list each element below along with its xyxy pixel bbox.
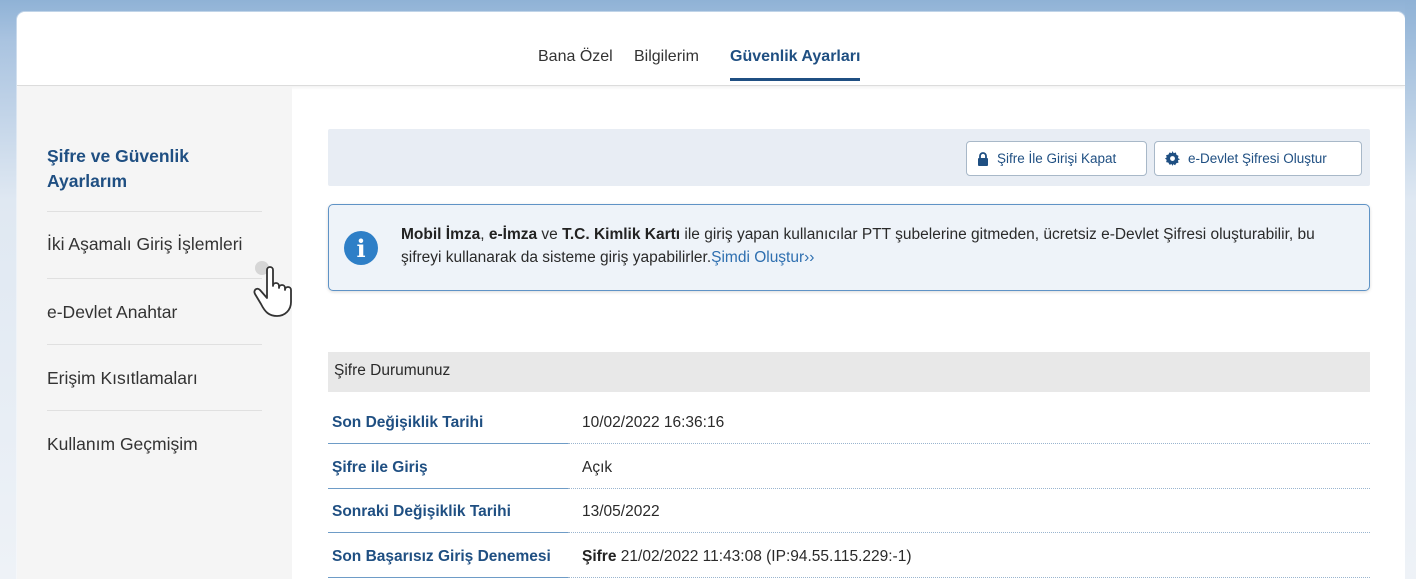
sidebar-divider — [47, 211, 262, 212]
password-status-heading: Şifre Durumunuz — [328, 352, 1370, 392]
status-value-text: 21/02/2022 11:43:08 (IP:94.55.115.229:-1… — [616, 548, 912, 565]
status-row-value: 10/02/2022 16:36:16 — [568, 409, 1370, 444]
info-box: i Mobil İmza, e-İmza ve T.C. Kimlik Kart… — [328, 204, 1370, 291]
sidebar-divider — [47, 278, 262, 279]
status-row: Son Başarısız Giriş Denemesi Şifre 21/02… — [328, 543, 1370, 578]
sidebar-item-kullanim-gecmisim[interactable]: Kullanım Geçmişim — [47, 432, 262, 457]
info-icon: i — [344, 231, 378, 265]
sidebar-item-iki-asamali[interactable]: İki Aşamalı Giriş İşlemleri — [47, 232, 262, 257]
sidebar-item-sifre-guvenlik[interactable]: Şifre ve Güvenlik Ayarlarım — [47, 144, 262, 194]
sidebar-divider — [47, 410, 262, 411]
info-text: Mobil İmza, e-İmza ve T.C. Kimlik Kartı … — [401, 223, 1351, 269]
info-bold-mobil-imza: Mobil İmza — [401, 226, 481, 243]
status-row: Şifre ile Giriş Açık — [328, 454, 1370, 489]
close-password-login-button[interactable]: Şifre İle Girişi Kapat — [966, 141, 1147, 176]
status-row-label: Sonraki Değişiklik Tarihi — [328, 498, 568, 533]
create-now-link[interactable]: Şimdi Oluştur›› — [711, 249, 814, 266]
sidebar-item-erisim-kisitlamalari[interactable]: Erişim Kısıtlamaları — [47, 366, 262, 391]
gear-icon — [1165, 151, 1180, 166]
create-password-label: e-Devlet Şifresi Oluştur — [1188, 151, 1327, 166]
status-row: Son Değişiklik Tarihi 10/02/2022 16:36:1… — [328, 409, 1370, 444]
page-frame: Bana Özel Bilgilerim Güvenlik Ayarları Ş… — [17, 12, 1405, 579]
status-row-label: Son Değişiklik Tarihi — [328, 409, 568, 444]
info-separator: , — [480, 226, 489, 243]
tab-guvenlik-ayarlari[interactable]: Güvenlik Ayarları — [730, 48, 861, 81]
sidebar: Şifre ve Güvenlik Ayarlarım İki Aşamalı … — [17, 87, 292, 579]
sidebar-item-edevlet-anahtar[interactable]: e-Devlet Anahtar — [47, 300, 262, 325]
tab-bana-ozel[interactable]: Bana Özel — [538, 48, 613, 78]
status-row: Sonraki Değişiklik Tarihi 13/05/2022 — [328, 498, 1370, 533]
status-row-value: 13/05/2022 — [568, 498, 1370, 533]
close-password-login-label: Şifre İle Girişi Kapat — [997, 151, 1117, 166]
status-value-bold: Şifre — [582, 548, 617, 565]
window-edge — [1405, 0, 1416, 579]
create-password-button[interactable]: e-Devlet Şifresi Oluştur — [1154, 141, 1362, 176]
info-separator: ve — [537, 226, 563, 243]
sidebar-divider — [47, 344, 262, 345]
status-row-value: Şifre 21/02/2022 11:43:08 (IP:94.55.115.… — [568, 543, 1370, 578]
lock-icon — [977, 151, 989, 166]
info-bold-kimlik-karti: T.C. Kimlik Kartı — [562, 226, 681, 243]
status-row-value: Açık — [568, 454, 1370, 489]
status-row-label: Son Başarısız Giriş Denemesi — [328, 543, 568, 578]
status-row-label: Şifre ile Giriş — [328, 454, 568, 489]
tab-bilgilerim[interactable]: Bilgilerim — [634, 48, 699, 78]
action-toolbar: Şifre İle Girişi Kapat e-Devlet Şifresi … — [328, 129, 1370, 186]
info-bold-e-imza: e-İmza — [488, 226, 538, 243]
top-nav: Bana Özel Bilgilerim Güvenlik Ayarları — [17, 12, 1405, 86]
hand-cursor-icon — [253, 261, 292, 317]
